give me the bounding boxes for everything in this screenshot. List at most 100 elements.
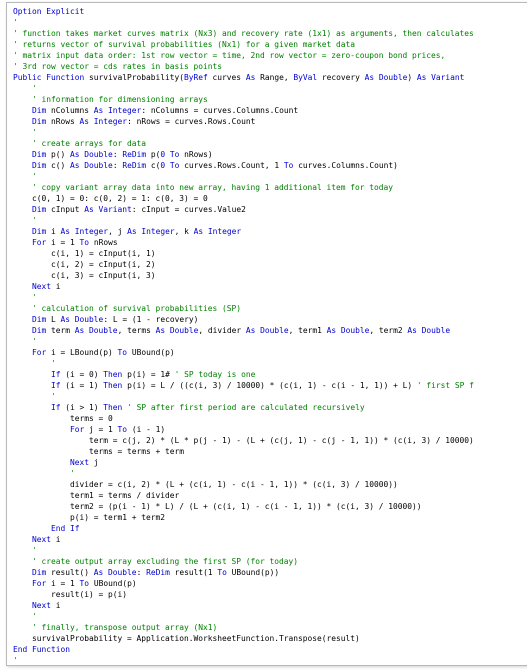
code-comment: ' SP after first period are calculated r…: [127, 403, 365, 412]
code-window: Option Explicit ' ' function takes market …: [6, 2, 527, 666]
code-text: : cInput = curves.Value2: [131, 205, 246, 214]
code-keyword: ReDim: [122, 161, 147, 170]
code-line: Dim nColumns As Integer: nColumns = curv…: [13, 105, 474, 116]
code-keyword: To: [79, 238, 90, 247]
code-keyword: ReDim: [122, 150, 147, 159]
code-comment: ' function takes market curves matrix (N…: [13, 29, 474, 38]
code-line: Dim p() As Double: ReDim p(0 To nRows): [13, 149, 474, 160]
code-comment: ' create output array excluding the firs…: [32, 557, 299, 566]
code-text: j = 1: [84, 425, 118, 434]
code-comment: ': [32, 337, 37, 346]
code-line: c(0, 1) = 0: c(0, 2) = 1: c(0, 3) = 0: [13, 193, 474, 204]
code-line: Next i: [13, 281, 474, 292]
code-text: , term2: [369, 326, 408, 335]
code-keyword: Next: [70, 458, 90, 467]
code-keyword: As Double: [60, 315, 104, 324]
code-keyword: As Double: [364, 73, 408, 82]
code-text: :: [112, 150, 123, 159]
code-text: (i > 1): [60, 403, 104, 412]
code-line: ' finally, transpose output array (Nx1): [13, 622, 474, 633]
code-text: p(: [146, 150, 161, 159]
code-line: Dim c() As Double: ReDim c(0 To curves.R…: [13, 160, 474, 171]
code-keyword: As Double: [74, 326, 118, 335]
code-text: : nColumns = curves.Columns.Count: [141, 106, 299, 115]
code-text: curves.Columns.Count): [293, 161, 398, 170]
code-line: ': [13, 545, 474, 556]
code-line: If (i = 1) Then p(i) = L / ((c(i, 3) / 1…: [13, 380, 474, 391]
code-line: p(i) = term1 + term2: [13, 512, 474, 523]
code-keyword: To: [117, 425, 128, 434]
code-text: nColumns: [46, 106, 94, 115]
code-keyword: To: [217, 568, 227, 577]
code-text: i: [51, 282, 61, 291]
vba-code-listing: Option Explicit ' ' function takes market …: [13, 6, 474, 665]
code-line: End Function: [13, 644, 474, 655]
code-text: j: [89, 458, 99, 467]
code-keyword: Then: [103, 381, 123, 390]
code-comment: ' returns vector of survival probabiliti…: [13, 40, 356, 49]
code-line: Next i: [13, 534, 474, 545]
code-keyword: As Integer: [127, 227, 175, 236]
code-keyword: If: [51, 381, 61, 390]
code-line: ': [13, 83, 474, 94]
code-text: :: [112, 161, 123, 170]
code-comment: ': [32, 216, 37, 225]
code-text: p(i) = L / ((c(i, 3) / 10000) * (c(i, 1)…: [122, 381, 417, 390]
code-text: term: [46, 326, 75, 335]
code-keyword: Dim: [32, 205, 47, 214]
code-keyword: To: [117, 348, 128, 357]
code-keyword: 0 To: [160, 150, 180, 159]
code-text: (i = 1): [60, 381, 104, 390]
code-line: ': [13, 655, 474, 665]
code-line: ': [13, 391, 474, 402]
code-comment: ' information for dimensioning arrays: [32, 95, 208, 104]
code-line: ': [13, 215, 474, 226]
code-keyword: ByVal: [293, 73, 318, 82]
code-text: p(i) = 1#: [122, 370, 175, 379]
code-keyword: Dim: [32, 227, 47, 236]
code-comment: ': [51, 359, 56, 368]
code-keyword: Dim: [32, 150, 47, 159]
code-keyword: Dim: [32, 161, 47, 170]
code-text: c(: [146, 161, 161, 170]
code-line: ': [13, 358, 474, 369]
code-keyword: As Double: [93, 568, 137, 577]
code-text: i = 1: [46, 579, 80, 588]
code-keyword: For: [32, 579, 47, 588]
code-text: , term1: [288, 326, 327, 335]
code-comment: ' create arrays for data: [32, 139, 147, 148]
code-line: ': [13, 17, 474, 28]
code-comment: ' copy variant array data into new array…: [32, 183, 394, 192]
code-comment: ': [32, 84, 37, 93]
code-line: Dim term As Double, terms As Double, div…: [13, 325, 474, 336]
code-line: survivalProbability = Application.Worksh…: [13, 633, 474, 644]
code-text: curves: [207, 73, 246, 82]
code-keyword: As: [245, 73, 256, 82]
code-line: Dim i As Integer, j As Integer, k As Int…: [13, 226, 474, 237]
code-keyword: As Variant: [84, 205, 132, 214]
code-line: ': [13, 336, 474, 347]
code-text: , k: [174, 227, 194, 236]
code-text: i = LBound(p): [46, 348, 118, 357]
code-keyword: Then: [103, 370, 123, 379]
code-text: nRows): [179, 150, 213, 159]
code-keyword: ByRef: [184, 73, 208, 82]
code-text: c(i, 1) = cInput(i, 1): [13, 249, 156, 258]
code-keyword: Then: [103, 403, 123, 412]
code-text: result(): [46, 568, 94, 577]
code-text: result(i) = p(i): [13, 590, 128, 599]
